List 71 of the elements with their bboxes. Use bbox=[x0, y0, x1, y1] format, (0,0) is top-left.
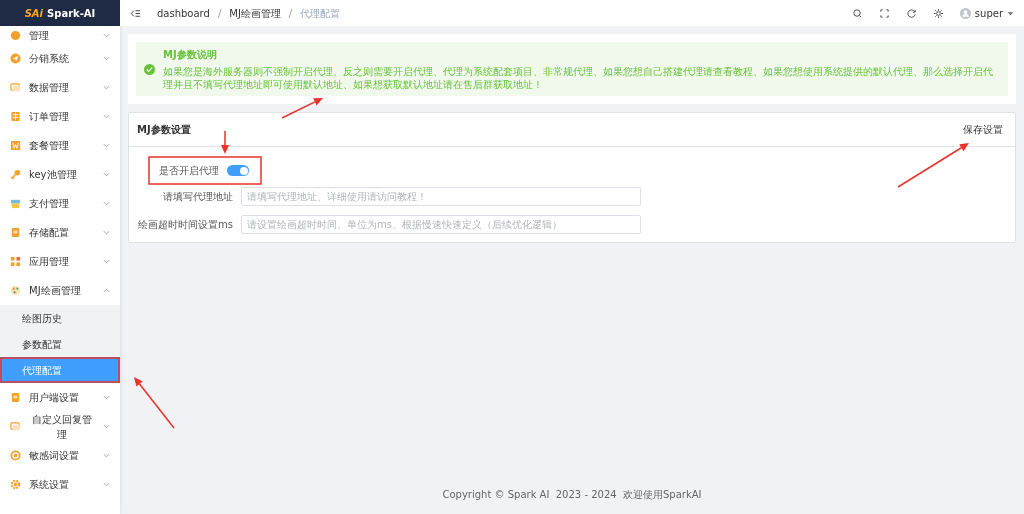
chat-icon bbox=[10, 421, 21, 432]
menu-item[interactable]: 支付管理 bbox=[0, 189, 120, 218]
chevron-down-icon bbox=[103, 481, 110, 488]
chevron-down-icon bbox=[103, 55, 110, 62]
menu-item[interactable]: 敏感词设置 bbox=[0, 441, 120, 470]
avatar-icon bbox=[959, 7, 971, 19]
app-name: Spark-AI bbox=[47, 6, 96, 21]
chat-icon bbox=[10, 82, 21, 93]
chevron-down-icon bbox=[103, 452, 110, 459]
submenu-item[interactable]: 绘图历史 bbox=[0, 305, 120, 331]
menu-item[interactable]: MJ绘画管理 bbox=[0, 276, 120, 305]
menu-item[interactable]: 应用管理 bbox=[0, 247, 120, 276]
fullscreen-icon bbox=[878, 7, 890, 19]
key-icon bbox=[10, 169, 21, 180]
user-name[interactable]: super bbox=[974, 5, 1003, 21]
breadcrumb-link[interactable]: dashboard bbox=[157, 5, 210, 21]
field-label: 是否开启代理 bbox=[159, 164, 219, 178]
caret-icon bbox=[1007, 9, 1014, 17]
field-label: 绘画超时时间设置ms bbox=[137, 218, 233, 232]
field-label: 请填写代理地址 bbox=[162, 190, 233, 204]
collapse-menu-icon bbox=[130, 7, 141, 19]
success-icon bbox=[144, 63, 155, 75]
breadcrumb-separator: / bbox=[288, 6, 293, 21]
chevron-down-icon bbox=[103, 258, 110, 265]
save-button[interactable]: 保存设置 bbox=[959, 120, 1007, 139]
chevron-down-icon bbox=[103, 142, 110, 149]
menu-item[interactable]: 套餐管理 bbox=[0, 131, 120, 160]
ring-icon bbox=[10, 450, 21, 461]
gear-icon bbox=[10, 479, 21, 490]
breadcrumb-separator: / bbox=[217, 6, 222, 21]
logo-mark: SAi bbox=[24, 6, 44, 21]
chevron-down-icon bbox=[103, 113, 110, 120]
menu-item[interactable]: 系统设置 bbox=[0, 470, 120, 499]
apps-icon bbox=[10, 256, 21, 267]
footer-text: Copyright © Spark AI 2023 - 2024 欢迎使用SparkAI bbox=[441, 488, 703, 502]
menu-item[interactable]: 订单管理 bbox=[0, 102, 120, 131]
menu-item[interactable]: 自定义回复管理 bbox=[0, 412, 120, 441]
breadcrumb-link[interactable]: MJ绘画管理 bbox=[229, 5, 281, 21]
chevron-up-icon bbox=[103, 287, 110, 294]
refresh-icon bbox=[905, 7, 917, 19]
menu-item[interactable]: 分销系统 bbox=[0, 44, 120, 73]
send-icon bbox=[10, 53, 21, 64]
grid-icon bbox=[10, 111, 21, 122]
alert-text: 如果您是海外服务器则不强制开启代理、反之则需要开启代理、代理为系统配套项目、非常规代理、如果您想自己搭建代理请查看教程、如果您想使用系统提供的默认代理、那么选择开启代理并且不填写代理地址即可使用默认地址、如果想获取默认地址请在售后群获取地址！ bbox=[163, 66, 994, 91]
breadcrumb-current: 代理配置 bbox=[300, 6, 341, 21]
annotation-arrow bbox=[221, 130, 229, 154]
menu-item[interactable]: 数据管理 bbox=[0, 73, 120, 102]
annotation-arrow bbox=[897, 143, 969, 188]
annotation-arrow bbox=[281, 98, 323, 119]
chevron-down-icon bbox=[103, 171, 110, 178]
menu-item[interactable]: 用户端设置 bbox=[0, 383, 120, 412]
input-field[interactable]: 请填写代理地址、详细使用请访问教程！ bbox=[241, 187, 641, 206]
card-icon bbox=[10, 140, 21, 151]
chevron-down-icon bbox=[103, 394, 110, 401]
chevron-down-icon bbox=[103, 229, 110, 236]
chevron-down-icon bbox=[103, 200, 110, 207]
menu-item[interactable]: 存储配置 bbox=[0, 218, 120, 247]
input-field[interactable]: 请设置绘画超时时间、单位为ms、根据慢速快速定义（后续优化逻辑） bbox=[241, 215, 641, 234]
annotation-arrow bbox=[134, 377, 175, 429]
search-icon bbox=[851, 7, 863, 19]
chevron-down-icon bbox=[103, 31, 110, 39]
submenu-item[interactable]: 参数配置 bbox=[0, 331, 120, 357]
palette-icon bbox=[10, 285, 21, 296]
menu-item[interactable]: key池管理 bbox=[0, 160, 120, 189]
theme-icon bbox=[932, 7, 944, 19]
card-title: MJ参数设置 bbox=[137, 123, 191, 137]
chevron-down-icon bbox=[103, 423, 110, 430]
proxy-switch[interactable] bbox=[227, 165, 249, 176]
alert-title: MJ参数说明 bbox=[163, 48, 218, 62]
chevron-down-icon bbox=[103, 84, 110, 91]
menu-item[interactable]: 管理 bbox=[0, 26, 120, 44]
